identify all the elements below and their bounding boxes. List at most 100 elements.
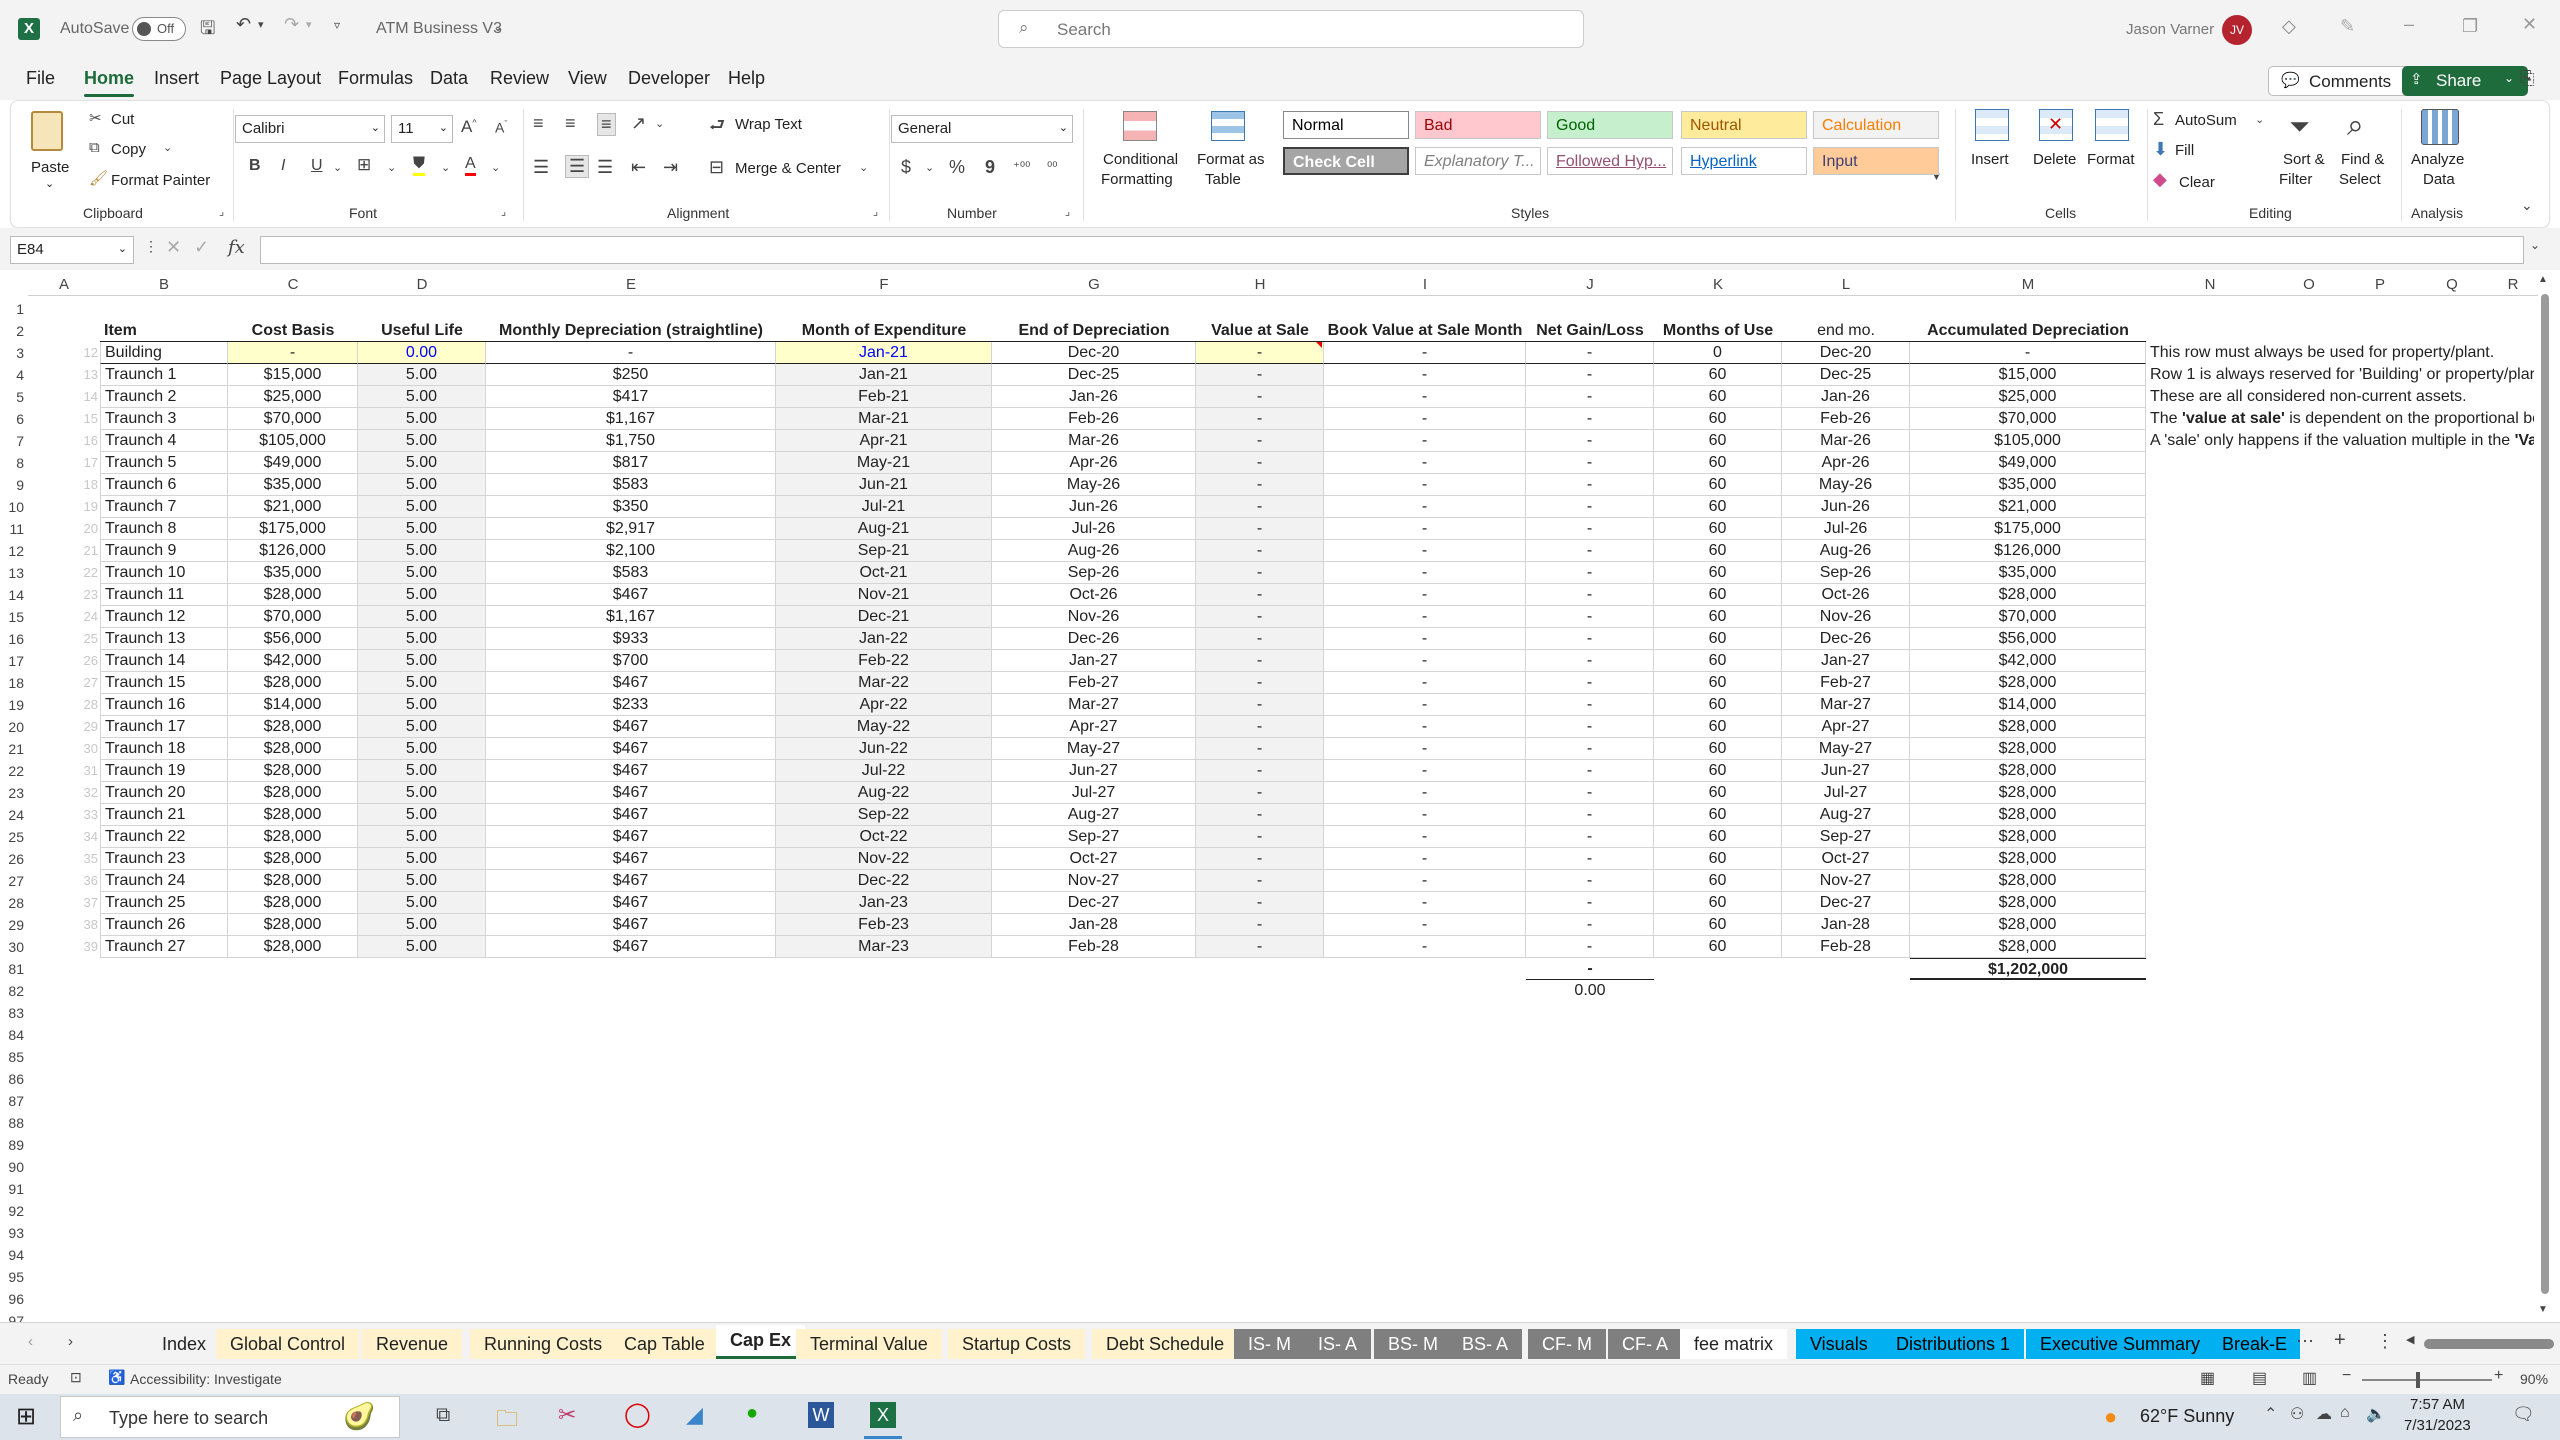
- row-header[interactable]: 6: [0, 408, 28, 430]
- data-cell-accum[interactable]: $28,000: [1910, 584, 2146, 606]
- data-cell-value[interactable]: -: [1196, 782, 1324, 804]
- note-text[interactable]: This row must always be used for propert…: [2150, 342, 2534, 364]
- data-cell-monthly[interactable]: $933: [486, 628, 776, 650]
- menu-review[interactable]: Review: [490, 68, 549, 89]
- row-header[interactable]: 12: [0, 540, 28, 562]
- row-header[interactable]: 23: [0, 782, 28, 804]
- data-cell-month[interactable]: Jul-22: [776, 760, 992, 782]
- data-cell-item[interactable]: Traunch 26: [100, 914, 228, 936]
- data-cell-end[interactable]: Dec-20: [992, 342, 1196, 364]
- data-cell-life[interactable]: 5.00: [358, 672, 486, 694]
- row-header[interactable]: 30: [0, 936, 28, 958]
- data-cell-accum[interactable]: $35,000: [1910, 474, 2146, 496]
- excel-taskbar-icon[interactable]: X: [870, 1402, 896, 1428]
- borders-chevron-icon[interactable]: ⌄: [387, 161, 396, 174]
- header-cell[interactable]: Months of Use: [1654, 320, 1782, 342]
- sheet-tab-cf-m[interactable]: CF- M: [1528, 1329, 1606, 1359]
- sheet-tab-cap-table[interactable]: Cap Table: [610, 1329, 719, 1359]
- data-cell-value[interactable]: -: [1196, 562, 1324, 584]
- header-cell[interactable]: Item: [100, 320, 228, 342]
- data-cell-month[interactable]: Jun-22: [776, 738, 992, 760]
- data-cell-months[interactable]: 60: [1654, 694, 1782, 716]
- data-cell-end[interactable]: Dec-26: [992, 628, 1196, 650]
- data-cell-value[interactable]: -: [1196, 848, 1324, 870]
- fill-button[interactable]: Fill: [2175, 142, 2194, 159]
- row-header[interactable]: 93: [0, 1222, 28, 1244]
- data-cell-item[interactable]: Traunch 25: [100, 892, 228, 914]
- data-cell-value[interactable]: -: [1196, 342, 1324, 364]
- copy-button[interactable]: Copy: [111, 141, 146, 158]
- diamond-icon[interactable]: ◇: [2282, 16, 2296, 37]
- customize-qat-icon[interactable]: ▿: [334, 18, 340, 32]
- menu-data[interactable]: Data: [430, 68, 468, 89]
- cell-style-neutral[interactable]: Neutral: [1681, 111, 1807, 139]
- column-header-p[interactable]: P: [2344, 274, 2416, 296]
- taskbar-search[interactable]: ⌕ Type here to search 🥑: [60, 1396, 400, 1438]
- row-header[interactable]: 3: [0, 342, 28, 364]
- data-cell-end[interactable]: Jun-27: [992, 760, 1196, 782]
- volume-icon[interactable]: 🔈: [2366, 1404, 2386, 1424]
- data-cell-life[interactable]: 5.00: [358, 606, 486, 628]
- data-cell-item[interactable]: Traunch 11: [100, 584, 228, 606]
- people-icon[interactable]: ⚇: [2290, 1404, 2304, 1424]
- data-cell-item[interactable]: Traunch 4: [100, 430, 228, 452]
- data-cell-monthly[interactable]: $817: [486, 452, 776, 474]
- clear-button[interactable]: Clear: [2179, 174, 2215, 191]
- column-header-h[interactable]: H: [1196, 274, 1324, 296]
- data-cell-monthly[interactable]: $467: [486, 892, 776, 914]
- row-index-label[interactable]: 22: [28, 562, 100, 584]
- data-cell-cost[interactable]: $25,000: [228, 386, 358, 408]
- column-header-i[interactable]: I: [1324, 274, 1526, 296]
- data-cell-item[interactable]: Traunch 18: [100, 738, 228, 760]
- row-header[interactable]: 27: [0, 870, 28, 892]
- net-gain-total[interactable]: 0.00: [1526, 980, 1654, 1002]
- find-select-button[interactable]: ⌕ Find & Select: [2335, 107, 2395, 201]
- data-cell-end[interactable]: Mar-26: [992, 430, 1196, 452]
- column-header-q[interactable]: Q: [2416, 274, 2488, 296]
- notifications-icon[interactable]: 🗨: [2512, 1404, 2535, 1425]
- data-cell-net[interactable]: -: [1526, 760, 1654, 782]
- net-gain-total-dash[interactable]: -: [1526, 958, 1654, 980]
- data-cell-item[interactable]: Traunch 12: [100, 606, 228, 628]
- data-cell-accum[interactable]: -: [1910, 342, 2146, 364]
- font-launcher-icon[interactable]: ⌟: [501, 205, 506, 218]
- normal-view-icon[interactable]: ▦: [2200, 1368, 2215, 1388]
- enter-icon[interactable]: ✓: [194, 237, 209, 258]
- number-format-select[interactable]: General ⌄: [891, 115, 1073, 143]
- sheet-tab-debt-schedule[interactable]: Debt Schedule: [1092, 1329, 1239, 1359]
- cell-style-calculation[interactable]: Calculation: [1813, 111, 1939, 139]
- data-cell-net[interactable]: -: [1526, 518, 1654, 540]
- data-cell-net[interactable]: -: [1526, 672, 1654, 694]
- column-header-r[interactable]: R: [2488, 274, 2538, 296]
- data-cell-months[interactable]: 60: [1654, 408, 1782, 430]
- data-cell-end[interactable]: Apr-26: [992, 452, 1196, 474]
- percent-button[interactable]: %: [949, 157, 965, 178]
- data-cell-monthly[interactable]: $467: [486, 782, 776, 804]
- clock-date[interactable]: 7/31/2023: [2404, 1417, 2471, 1434]
- data-cell-value[interactable]: -: [1196, 936, 1324, 958]
- format-painter-button[interactable]: Format Painter: [111, 172, 210, 189]
- sheet-options-icon[interactable]: ⋮: [2376, 1331, 2394, 1352]
- data-cell-monthly[interactable]: $467: [486, 760, 776, 782]
- data-cell-book[interactable]: -: [1324, 650, 1526, 672]
- data-cell-month[interactable]: Jan-21: [776, 364, 992, 386]
- tray-chevron-icon[interactable]: ⌃: [2264, 1404, 2277, 1424]
- horizontal-scrollbar[interactable]: [2424, 1339, 2554, 1349]
- data-cell-item[interactable]: Traunch 27: [100, 936, 228, 958]
- data-cell-item[interactable]: Traunch 9: [100, 540, 228, 562]
- column-header-o[interactable]: O: [2274, 274, 2344, 296]
- row-header[interactable]: 96: [0, 1288, 28, 1310]
- data-cell-value[interactable]: -: [1196, 760, 1324, 782]
- sheet-tab-startup-costs[interactable]: Startup Costs: [948, 1329, 1086, 1359]
- merge-center-button[interactable]: Merge & Center: [735, 160, 841, 177]
- data-cell-monthly[interactable]: $467: [486, 584, 776, 606]
- data-cell-end[interactable]: Nov-26: [992, 606, 1196, 628]
- app-icon[interactable]: ◢: [686, 1402, 703, 1428]
- data-cell-life[interactable]: 5.00: [358, 782, 486, 804]
- cell-style-explanatory-t[interactable]: Explanatory T...: [1415, 147, 1541, 175]
- data-cell-months[interactable]: 60: [1654, 738, 1782, 760]
- note-text[interactable]: Row 1 is always reserved for 'Building' …: [2150, 364, 2534, 386]
- format-as-table-button[interactable]: Format as Table: [1191, 105, 1271, 201]
- data-cell-end[interactable]: Oct-27: [992, 848, 1196, 870]
- row-index-label[interactable]: 30: [28, 738, 100, 760]
